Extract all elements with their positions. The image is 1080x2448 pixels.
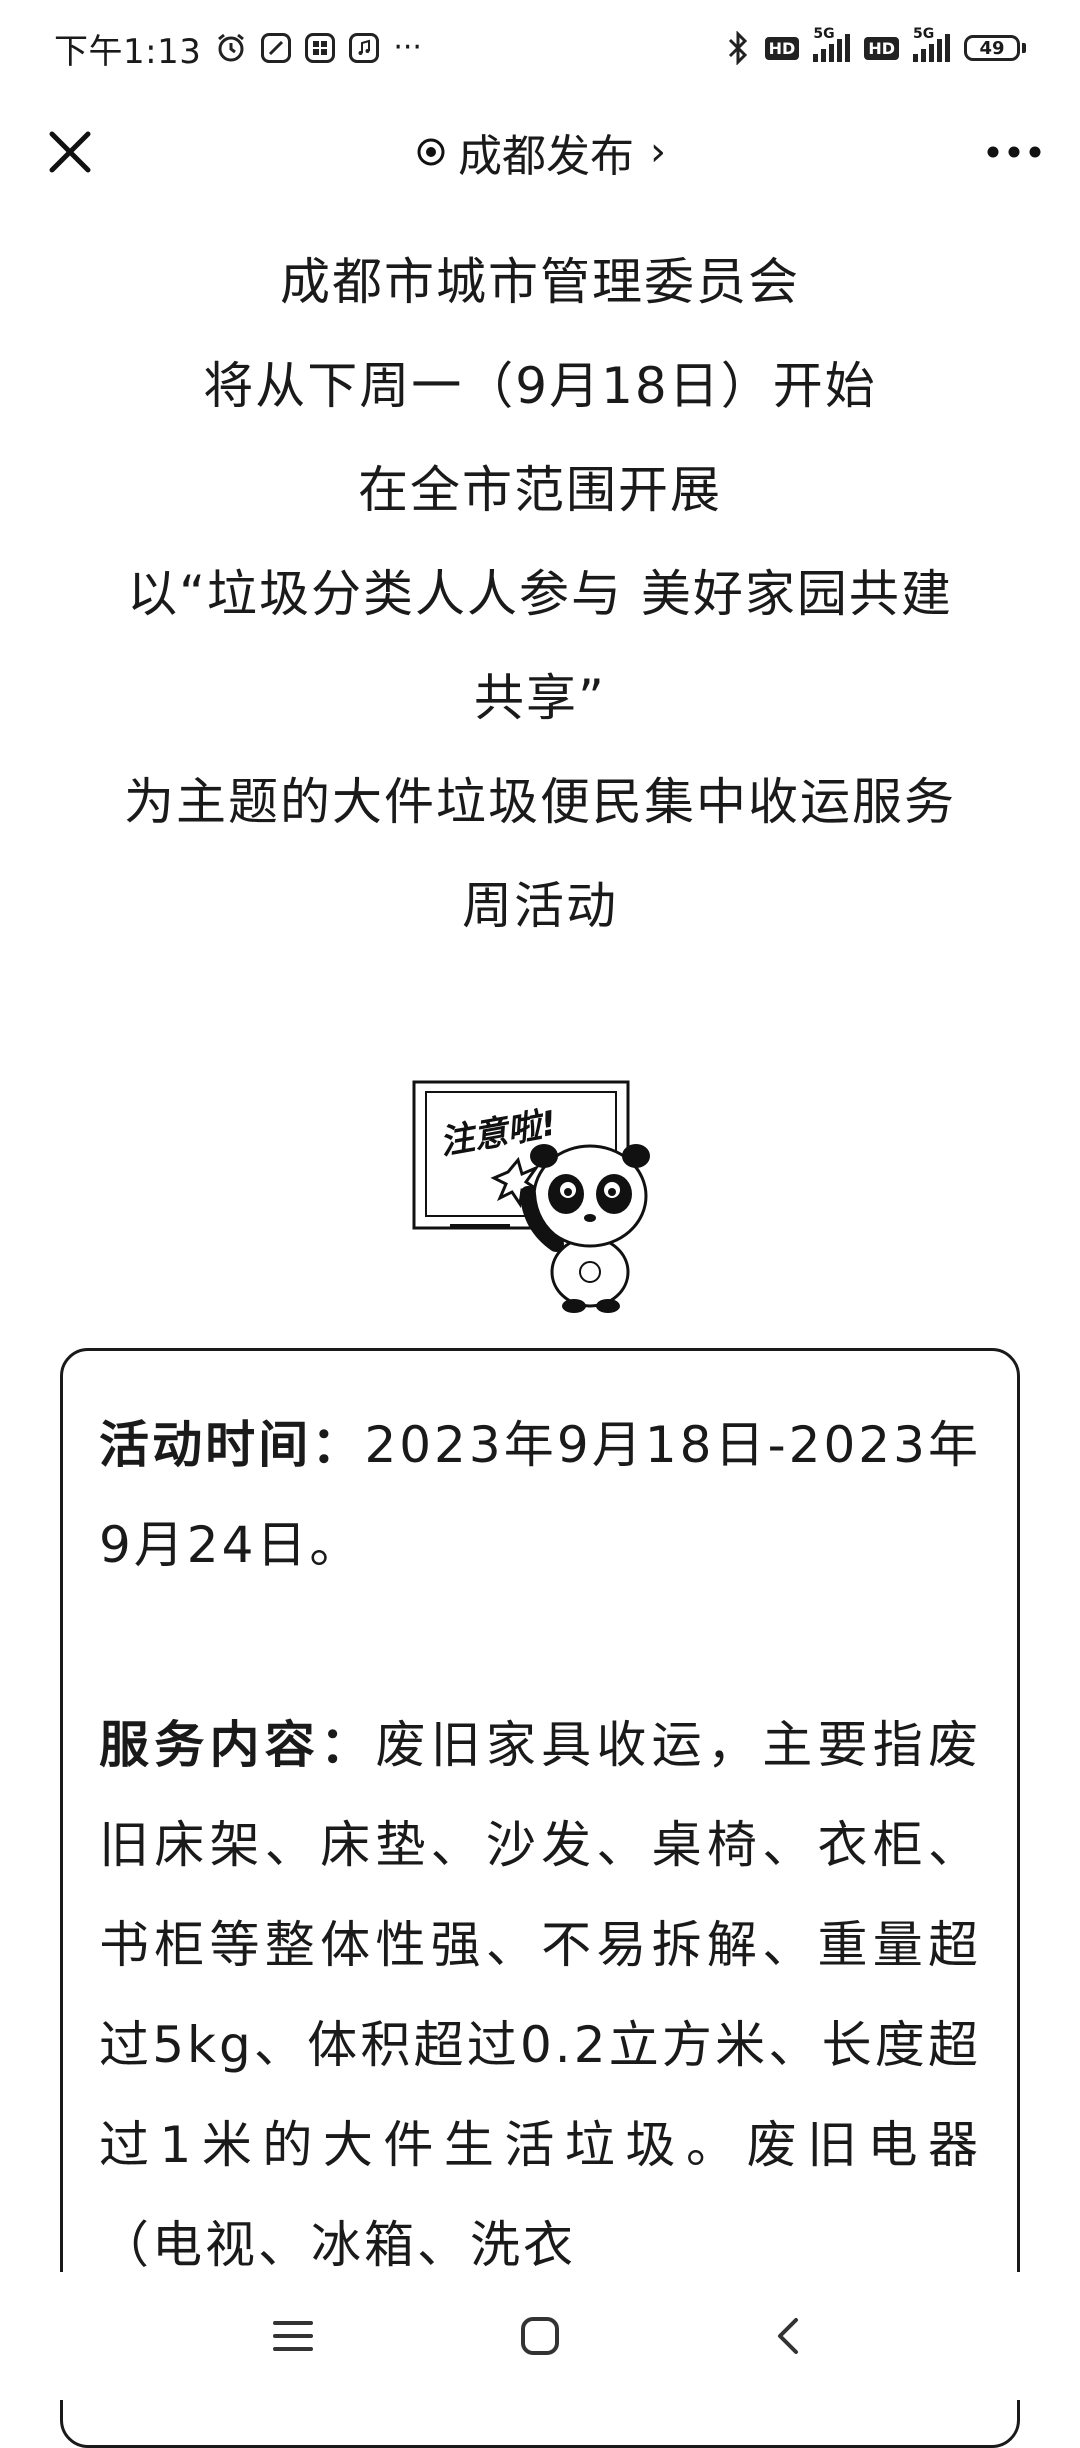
back-chevron-icon xyxy=(777,2318,798,2354)
home-square-icon xyxy=(520,2317,559,2355)
hd-badge-1: HD xyxy=(764,36,800,60)
status-bar: 下午1:13 ··· HD 5G HD 5G 49 xyxy=(0,0,1080,96)
home-button[interactable] xyxy=(500,2296,580,2376)
service-content-paragraph: 服务内容：废旧家具收运，主要指废旧床架、床垫、沙发、桌椅、衣柜、书柜等整体性强、… xyxy=(99,1695,981,2295)
service-content-label: 服务内容： xyxy=(99,1716,376,1774)
alarm-icon xyxy=(215,32,247,64)
target-icon xyxy=(414,135,448,169)
app-grid-icon xyxy=(305,33,336,63)
status-left: 下午1:13 ··· xyxy=(54,24,422,73)
article-body: 成都市城市管理委员会 将从下周一（9月18日）开始 在全市范围开展 以“垃圾分类… xyxy=(0,230,1080,958)
no-disturb-icon xyxy=(261,33,292,63)
hd-badge-2: HD xyxy=(864,36,899,60)
network-label-2: 5G xyxy=(913,26,935,42)
system-nav-bar xyxy=(0,2272,1080,2400)
title-bar: 成都发布 › xyxy=(0,96,1080,208)
music-icon xyxy=(349,33,380,63)
intro-line: 以“垃圾分类人人参与 美好家园共建 xyxy=(127,565,953,623)
account-link[interactable]: 成都发布 › xyxy=(414,120,666,184)
menu-icon xyxy=(273,2321,314,2351)
account-name: 成都发布 xyxy=(458,131,634,182)
battery-icon: 49 xyxy=(964,35,1026,61)
close-button[interactable] xyxy=(34,116,106,188)
menu-button[interactable] xyxy=(253,2296,333,2376)
intro-line: 周活动 xyxy=(462,877,618,935)
intro-line: 成都市城市管理委员会 xyxy=(280,253,800,311)
network-label-1: 5G xyxy=(813,26,835,42)
signal-icon-1: 5G xyxy=(813,26,851,62)
activity-time-label: 活动时间： xyxy=(99,1416,365,1474)
more-button[interactable] xyxy=(978,116,1050,188)
activity-time-paragraph: 活动时间：2023年9月18日-2023年9月24日。 xyxy=(99,1395,981,1595)
intro-line: 共享” xyxy=(474,669,606,727)
intro-line: 在全市范围开展 xyxy=(358,461,722,519)
battery-level: 49 xyxy=(964,35,1020,61)
status-time: 下午1:13 xyxy=(54,31,202,72)
more-dots-icon xyxy=(987,146,1041,158)
more-notifications-icon: ··· xyxy=(393,30,422,65)
intro-line: 将从下周一（9月18日）开始 xyxy=(203,357,877,415)
intro-line: 为主题的大件垃圾便民集中收运服务 xyxy=(124,773,956,831)
status-right: HD 5G HD 5G 49 xyxy=(725,26,1026,65)
signal-icon-2: 5G xyxy=(913,26,950,62)
close-icon xyxy=(49,131,91,173)
bluetooth-icon xyxy=(725,31,751,65)
service-content-value: 废旧家具收运，主要指废旧床架、床垫、沙发、桌椅、衣柜、书柜等整体性强、不易拆解、… xyxy=(99,1716,982,2274)
chevron-right-icon: › xyxy=(650,129,666,175)
panda-sticker-image: 注意啦! xyxy=(410,1076,670,1316)
back-button[interactable] xyxy=(747,2296,827,2376)
